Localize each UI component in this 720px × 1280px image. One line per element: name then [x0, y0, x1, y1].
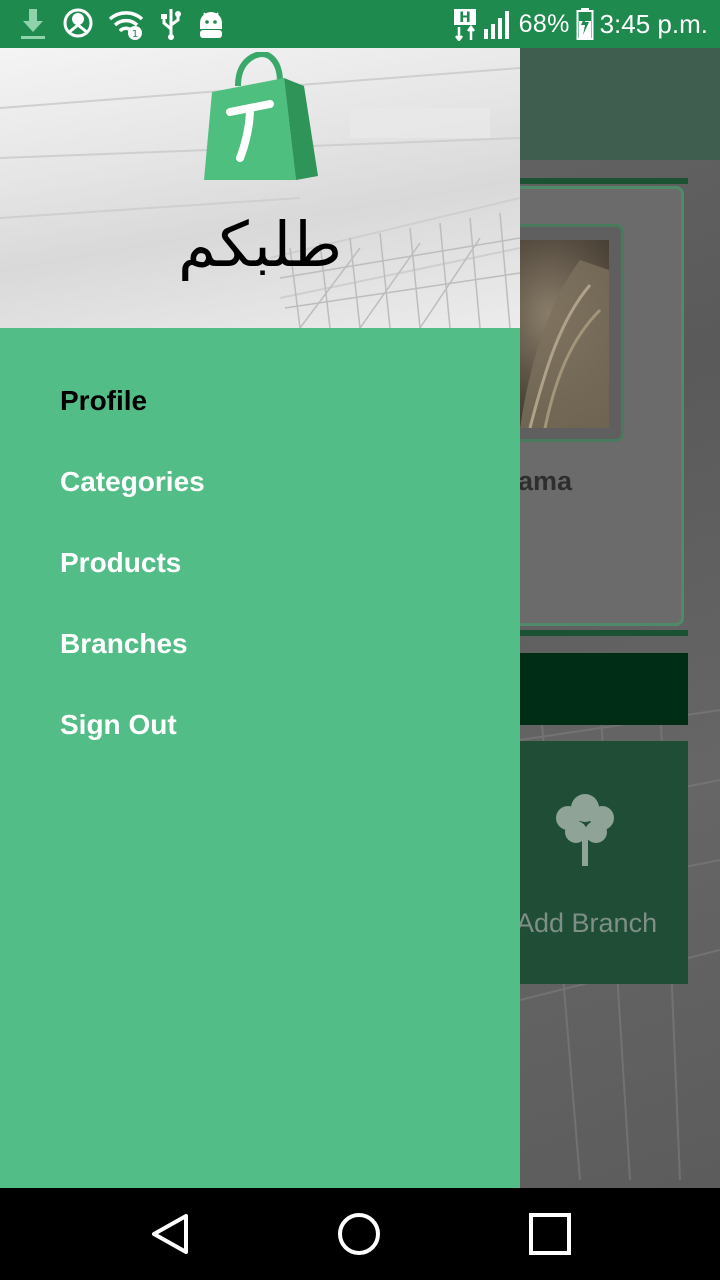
svg-text:H: H — [459, 10, 471, 26]
location-icon — [63, 8, 93, 38]
network-h-icon: H — [453, 9, 476, 41]
status-bar: 1 H 68% 3:45 p.m. — [0, 0, 720, 48]
tree-icon — [556, 794, 614, 866]
menu-item-profile[interactable]: Profile — [0, 360, 520, 441]
home-icon[interactable] — [335, 1210, 383, 1258]
download-icon — [21, 9, 45, 39]
svg-text:1: 1 — [132, 29, 138, 40]
signal-icon — [483, 11, 509, 39]
system-navigation-bar — [0, 1188, 720, 1280]
menu-item-products[interactable]: Products — [0, 522, 520, 603]
back-icon[interactable] — [146, 1210, 194, 1258]
wifi-icon: 1 — [108, 11, 144, 40]
app-logo-text: طلبكم — [177, 208, 343, 281]
background-add-branch-label: Add Branch — [516, 908, 658, 938]
menu-item-branches[interactable]: Branches — [0, 603, 520, 684]
recents-icon[interactable] — [526, 1210, 574, 1258]
drawer-menu: Profile Categories Products Branches Sig… — [0, 360, 520, 765]
menu-item-sign-out[interactable]: Sign Out — [0, 684, 520, 765]
status-icons-left: 1 — [18, 6, 226, 42]
shopping-bag-logo-icon — [204, 52, 318, 180]
battery-percentage: 68% — [518, 9, 570, 38]
usb-icon — [161, 9, 181, 40]
battery-charging-icon — [576, 8, 594, 40]
menu-item-categories[interactable]: Categories — [0, 441, 520, 522]
android-debug-icon — [200, 12, 222, 38]
status-icons-right: H 68% 3:45 p.m. — [453, 0, 708, 48]
status-time: 3:45 p.m. — [599, 8, 708, 39]
background-card-title: ama — [518, 466, 573, 496]
drawer-header: طلبكم — [0, 48, 520, 328]
navigation-drawer: طلبكم Profile Categories Products Branch… — [0, 48, 520, 1188]
